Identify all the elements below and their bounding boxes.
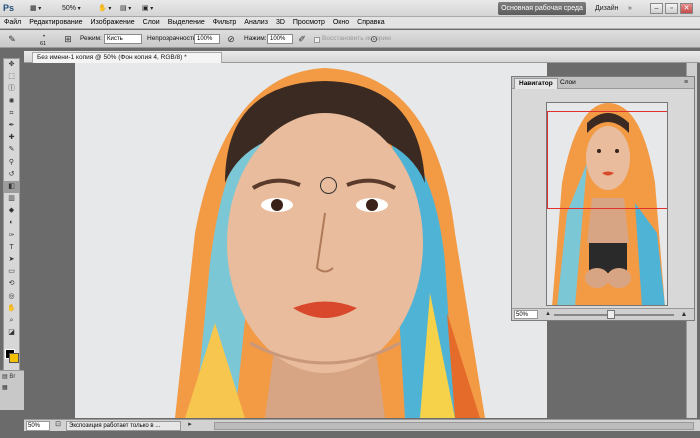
navigator-tabs: Навигатор Слои ≡	[512, 77, 694, 89]
eyedropper-tool-icon[interactable]: ✒	[4, 120, 19, 132]
zoom-out-icon[interactable]: ▲	[542, 309, 554, 320]
menu-help[interactable]: Справка	[353, 17, 388, 29]
history-panel-icon[interactable]: ▦	[0, 382, 24, 393]
status-message[interactable]: Экспозиция работает только в ...	[66, 421, 181, 431]
pressure-field[interactable]: 100%	[267, 34, 293, 44]
app-zoom-select[interactable]: 50%	[62, 2, 81, 15]
3d-orbit-tool-icon[interactable]: ◎	[4, 291, 19, 303]
marquee-tool-icon[interactable]: ⬚	[4, 71, 19, 83]
navigator-zoom-field[interactable]: 50%	[514, 310, 538, 319]
photoshop-logo: Ps	[3, 3, 15, 13]
launch-bridge-icon[interactable]: ▦	[30, 2, 41, 15]
workspace-more-button[interactable]: »	[628, 2, 632, 15]
blur-tool-icon[interactable]: ◆	[4, 205, 19, 217]
crop-tool-icon[interactable]: ⌗	[4, 108, 19, 120]
options-bar: ✎ • 61 ⊞ Режим: Кисть Непрозрачность: 10…	[0, 30, 700, 48]
lasso-tool-icon[interactable]: ⓛ	[4, 83, 19, 95]
screen-mode-icon[interactable]: ▣	[142, 2, 153, 15]
menu-bar: Файл Редактирование Изображение Слои Выделен…	[0, 17, 700, 29]
navigator-thumbnail[interactable]	[546, 102, 668, 306]
history-checkbox[interactable]	[314, 37, 320, 43]
navigator-zoom-slider-knob[interactable]	[607, 310, 615, 319]
healing-brush-tool-icon[interactable]: ✚	[4, 132, 19, 144]
canvas[interactable]	[75, 63, 547, 418]
history-brush-tool-icon[interactable]: ↺	[4, 169, 19, 181]
clone-stamp-tool-icon[interactable]: ⚲	[4, 157, 19, 169]
zoom-tool-icon[interactable]: ⌕	[4, 315, 19, 327]
hand-tool-icon[interactable]: ✋	[4, 303, 19, 315]
mode-select[interactable]: Кисть	[104, 34, 142, 44]
pen-tool-icon[interactable]: ✑	[4, 230, 19, 242]
background-color-swatch[interactable]	[9, 353, 19, 363]
3d-rotate-tool-icon[interactable]: ⟲	[4, 278, 19, 290]
status-bar: 50% ⊡ Экспозиция работает только в ... ▸	[24, 419, 700, 431]
default-colors-icon[interactable]: ◪	[4, 327, 19, 339]
tablet-opacity-icon[interactable]: ⊘	[225, 33, 237, 45]
airbrush-icon[interactable]: ✐	[296, 33, 308, 45]
tablet-size-icon[interactable]: ⊙	[368, 33, 380, 45]
menu-image[interactable]: Изображение	[87, 17, 139, 29]
menu-select[interactable]: Выделение	[164, 17, 209, 29]
gradient-tool-icon[interactable]: ▥	[4, 193, 19, 205]
dodge-tool-icon[interactable]: ◐	[4, 217, 19, 229]
menu-filter[interactable]: Фильтр	[209, 17, 241, 29]
status-info-icon[interactable]: ⊡	[52, 420, 64, 430]
history-label: Восстановить историю	[322, 35, 391, 42]
navigator-footer: 50% ▲ ▲	[512, 308, 694, 320]
tool-preset-icon[interactable]: ✎	[6, 33, 18, 45]
menu-window[interactable]: Окно	[329, 17, 353, 29]
mode-label: Режим:	[80, 35, 102, 42]
tab-layers[interactable]: Слои	[556, 78, 580, 89]
app-bar: Ps ▦ 50% ✋ ▤ ▣ Основная рабочая среда Ди…	[0, 0, 700, 17]
menu-edit[interactable]: Редактирование	[25, 17, 86, 29]
opacity-label: Непрозрачность:	[147, 35, 199, 42]
menu-view[interactable]: Просмотр	[289, 17, 329, 29]
move-tool-icon[interactable]: ✥	[4, 59, 19, 71]
pressure-label: Нажим:	[244, 35, 267, 42]
br-panel-icon[interactable]: ▤ Br	[0, 371, 24, 382]
workspace-essentials-button[interactable]: Основная рабочая среда	[498, 2, 586, 15]
tab-navigator[interactable]: Навигатор	[514, 78, 558, 89]
navigator-panel: Навигатор Слои ≡ 50% ▲ ▲	[511, 76, 695, 321]
document-tab-bar: Без имени-1 копия @ 50% (Фон копия 4, RG…	[24, 51, 700, 63]
document-zoom-field[interactable]: 50%	[26, 421, 50, 431]
brush-cursor	[320, 177, 337, 194]
horizontal-scrollbar[interactable]	[214, 422, 694, 430]
opacity-field[interactable]: 100%	[194, 34, 220, 44]
close-button[interactable]: ✕	[680, 3, 693, 14]
restore-button[interactable]: ▫	[665, 3, 678, 14]
minimize-button[interactable]: –	[650, 3, 663, 14]
quick-select-tool-icon[interactable]: ✺	[4, 96, 19, 108]
arrange-documents-icon[interactable]: ▤	[120, 2, 131, 15]
menu-analysis[interactable]: Анализ	[240, 17, 272, 29]
brush-tool-icon[interactable]: ✎	[4, 144, 19, 156]
shape-tool-icon[interactable]: ▭	[4, 266, 19, 278]
brush-size-value: 61	[40, 41, 47, 47]
eraser-tool-icon[interactable]: ◧	[4, 180, 19, 194]
panel-menu-icon[interactable]: ≡	[680, 77, 692, 88]
menu-file[interactable]: Файл	[0, 17, 25, 29]
zoom-in-icon[interactable]: ▲	[678, 309, 690, 320]
path-select-tool-icon[interactable]: ➤	[4, 254, 19, 266]
menu-layer[interactable]: Слои	[139, 17, 164, 29]
workspace-design-button[interactable]: Дизайн	[595, 2, 619, 15]
document-tab[interactable]: Без имени-1 копия @ 50% (Фон копия 4, RG…	[32, 52, 222, 63]
navigator-view-box[interactable]	[547, 111, 667, 209]
status-arrow-icon[interactable]: ▸	[184, 420, 196, 430]
portrait-image	[75, 63, 547, 418]
type-tool-icon[interactable]: T	[4, 242, 19, 254]
menu-3d[interactable]: 3D	[272, 17, 289, 29]
collapsed-panels-dock: ▤ Br ▦	[0, 370, 24, 410]
hand-icon[interactable]: ✋	[98, 2, 111, 15]
brush-panel-icon[interactable]: ⊞	[62, 33, 74, 45]
